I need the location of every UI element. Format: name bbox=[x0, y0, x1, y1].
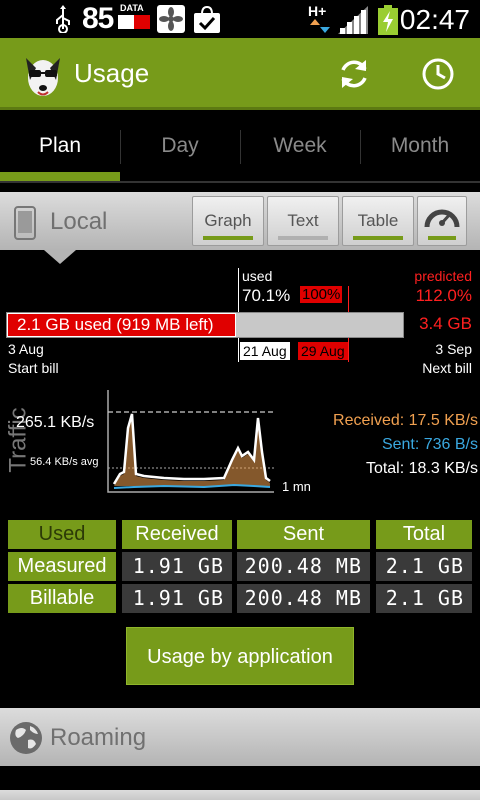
predicted-amount: 3.4 GB bbox=[419, 314, 472, 333]
app-title: Usage bbox=[74, 58, 150, 88]
start-date: 3 Aug bbox=[8, 341, 44, 357]
text-view-button[interactable]: Text bbox=[267, 196, 339, 246]
used-percent: 70.1% bbox=[242, 286, 291, 305]
graph-view-button[interactable]: Graph bbox=[192, 196, 264, 246]
tab-week[interactable]: Week bbox=[240, 112, 360, 182]
roaming-title: Roaming bbox=[50, 724, 147, 751]
billable-received: 1.91 GB bbox=[122, 584, 232, 613]
measured-total: 2.1 GB bbox=[376, 552, 472, 581]
billable-total: 2.1 GB bbox=[376, 584, 472, 613]
time-window-label: 1 mn bbox=[282, 479, 311, 494]
table-header-received: Received bbox=[122, 520, 232, 549]
battery-level-text: 85 bbox=[82, 2, 114, 35]
received-rate: Received: 17.5 KB/s bbox=[333, 412, 478, 429]
refresh-icon[interactable] bbox=[336, 56, 372, 92]
tab-day[interactable]: Day bbox=[120, 112, 240, 182]
next-bill-label: Next bill bbox=[422, 360, 472, 376]
billable-sent: 200.48 MB bbox=[237, 584, 370, 613]
history-clock-icon[interactable] bbox=[420, 56, 456, 92]
phone-icon bbox=[14, 206, 36, 240]
total-rate: Total: 18.3 KB/s bbox=[365, 460, 478, 477]
network-type-text: H+ bbox=[308, 3, 327, 19]
status-bar: 85 DATA H+ 02:47 bbox=[0, 0, 480, 38]
app-logo-icon[interactable] bbox=[20, 50, 66, 100]
avg-rate-label: 56.4 KB/s avg bbox=[30, 456, 99, 468]
table-header-used: Used bbox=[8, 520, 116, 549]
active-tab-indicator bbox=[0, 172, 120, 181]
measured-received: 1.91 GB bbox=[122, 552, 232, 581]
sent-rate: Sent: 736 B/s bbox=[381, 436, 478, 453]
speedometer-icon bbox=[424, 209, 460, 228]
speed-view-button[interactable] bbox=[417, 196, 467, 246]
limit-percent: 100% bbox=[300, 286, 343, 303]
usage-by-application-button[interactable]: Usage by application bbox=[126, 627, 354, 685]
fan-icon bbox=[157, 5, 185, 33]
network-activity-icon bbox=[310, 19, 330, 33]
table-header-sent: Sent bbox=[237, 520, 370, 549]
used-label: used bbox=[242, 268, 273, 284]
signal-strength-icon bbox=[338, 6, 368, 34]
usb-icon bbox=[56, 5, 70, 33]
table-view-button[interactable]: Table bbox=[342, 196, 414, 246]
next-section-peek bbox=[0, 790, 480, 800]
local-title: Local bbox=[50, 208, 108, 235]
clock: 02:47 bbox=[399, 4, 470, 35]
limit-date: 29 Aug bbox=[298, 342, 348, 360]
today-date: 21 Aug bbox=[240, 342, 290, 360]
end-date: 3 Sep bbox=[435, 341, 472, 357]
predicted-percent: 112.0% bbox=[415, 286, 472, 305]
roaming-section-header[interactable]: Roaming bbox=[0, 708, 480, 766]
data-usage-icon: DATA bbox=[118, 3, 152, 32]
shopping-bag-icon bbox=[192, 4, 222, 34]
app-bar: Usage bbox=[0, 38, 480, 110]
plan-usage-bar: 2.1 GB used (919 MB left) bbox=[6, 312, 404, 338]
row-label-measured: Measured bbox=[8, 552, 116, 581]
predicted-label: predicted bbox=[414, 268, 472, 284]
local-section-header[interactable]: Local Graph Text Table bbox=[0, 192, 480, 250]
traffic-graph bbox=[107, 390, 276, 493]
row-label-billable: Billable bbox=[8, 584, 116, 613]
globe-icon bbox=[10, 722, 42, 754]
plan-used-text: 2.1 GB used (919 MB left) bbox=[17, 315, 214, 334]
peak-rate-label: 265.1 KB/s bbox=[16, 414, 95, 431]
battery-charging-icon bbox=[378, 5, 398, 35]
tab-month[interactable]: Month bbox=[360, 112, 480, 182]
table-header-total: Total bbox=[376, 520, 472, 549]
start-bill-label: Start bill bbox=[8, 360, 59, 376]
measured-sent: 200.48 MB bbox=[237, 552, 370, 581]
